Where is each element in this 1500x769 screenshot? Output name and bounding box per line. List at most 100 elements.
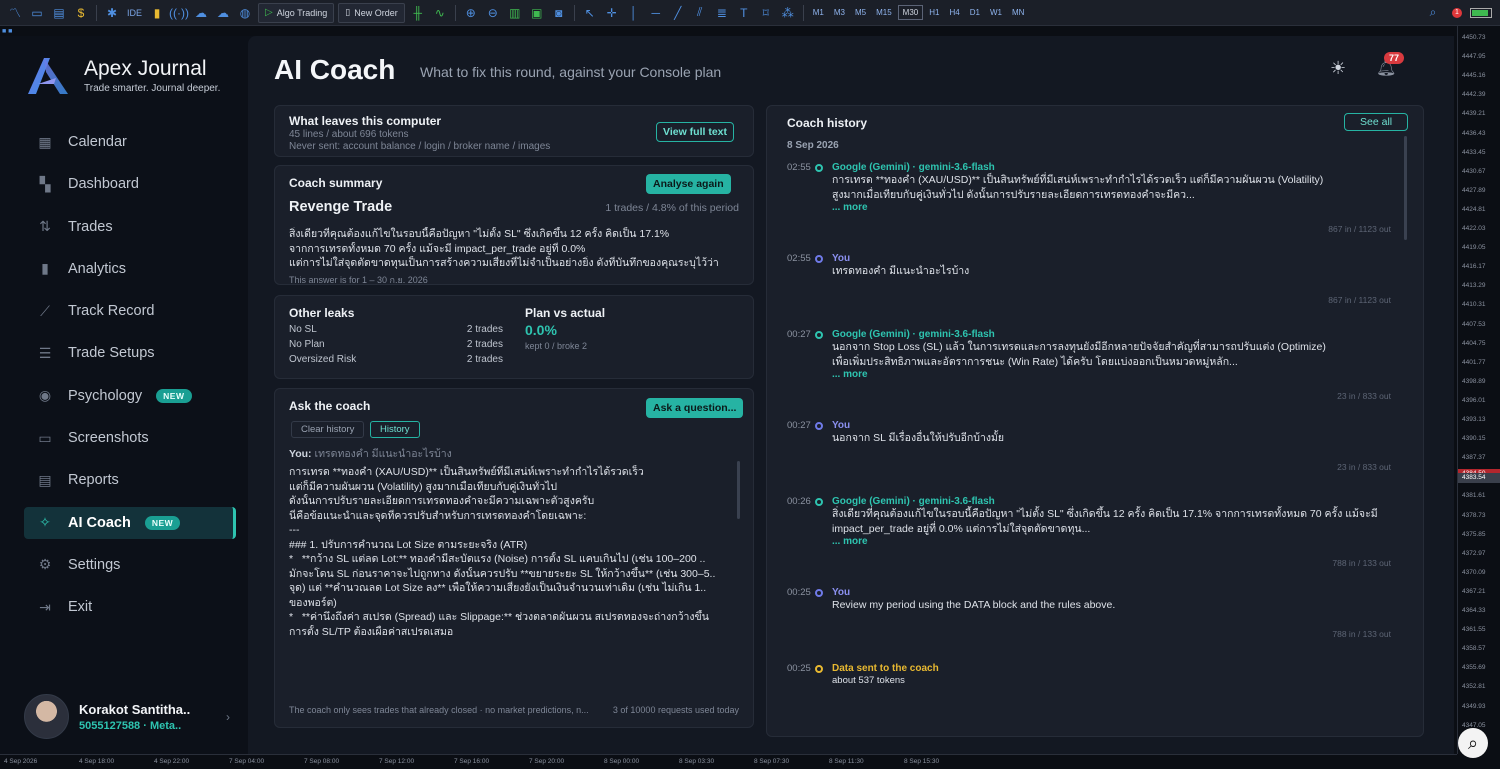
new-order-button[interactable]: ▯ New Order xyxy=(338,2,405,23)
channel-icon[interactable]: ⫽ xyxy=(690,3,710,23)
answer-line: --- xyxy=(289,524,300,536)
plan-vs-actual-note: kept 0 / broke 2 xyxy=(525,341,588,351)
sidebar-item-settings[interactable]: ⚙ Settings xyxy=(24,549,236,581)
bar-chart-icon[interactable]: ╫ xyxy=(408,3,428,23)
horizontal-line-icon[interactable]: ─ xyxy=(646,3,666,23)
leak-value: 2 trades xyxy=(466,324,503,335)
autoscroll-icon[interactable]: ▣ xyxy=(527,3,547,23)
timeframe-m3[interactable]: M3 xyxy=(830,6,849,19)
data-disclosure-card: What leaves this computer 45 lines / abo… xyxy=(274,105,754,157)
notification-badge[interactable]: 1 xyxy=(1452,7,1462,18)
time-tick: 8 Sep 15:30 xyxy=(904,758,940,765)
answer-scrollbar[interactable] xyxy=(737,461,740,519)
sidebar-item-screenshots[interactable]: ▭ Screenshots xyxy=(24,422,236,454)
timeframe-m5[interactable]: M5 xyxy=(851,6,870,19)
analyse-again-button[interactable]: Analyse again xyxy=(646,174,731,194)
profiles-icon[interactable]: ▤ xyxy=(49,3,69,23)
cloud-icon[interactable]: ☁ xyxy=(213,3,233,23)
plan-vs-actual-value: 0.0% xyxy=(525,322,557,338)
chevron-right-icon[interactable]: › xyxy=(226,710,230,724)
line-chart-icon[interactable]: ∿ xyxy=(430,3,450,23)
sidebar-item-exit[interactable]: ⇥ Exit xyxy=(24,591,236,623)
more-link[interactable]: ... more xyxy=(832,369,1392,380)
templates-icon[interactable]: ▭ xyxy=(27,3,47,23)
sidebar-item-calendar[interactable]: ▦ Calendar xyxy=(24,126,236,158)
user-dot-icon xyxy=(815,422,823,430)
time-tick: 7 Sep 04:00 xyxy=(229,758,265,765)
analytics-icon: ▮ xyxy=(41,260,49,277)
market-icon[interactable]: $ xyxy=(71,3,91,23)
history-scrollbar[interactable] xyxy=(1404,136,1407,240)
theme-toggle-sun-icon[interactable]: ☀ xyxy=(1330,58,1346,79)
entry-meta: 23 in / 833 out xyxy=(1337,462,1391,472)
signal-icon[interactable]: ((·)) xyxy=(169,3,189,23)
text-tool-icon[interactable]: T xyxy=(734,3,754,23)
shopping-bag-icon[interactable]: ▮ xyxy=(147,3,167,23)
sidebar-item-psychology[interactable]: ◉ Psychology NEW xyxy=(24,380,236,412)
fibonacci-icon[interactable]: ≣ xyxy=(712,3,732,23)
timeframe-w1[interactable]: W1 xyxy=(986,6,1006,19)
sidebar-item-dashboard[interactable]: ▚ Dashboard xyxy=(24,168,236,200)
screenshot-tool-icon[interactable]: ◙ xyxy=(549,3,569,23)
coach-answer: การเทรด **ทองคำ (XAU/USD)** เป็นสินทรัพย… xyxy=(289,465,737,695)
entry-line: Review my period using the DATA block an… xyxy=(832,599,1116,611)
calendar-icon: ▦ xyxy=(38,133,52,150)
timeframe-m1[interactable]: M1 xyxy=(809,6,828,19)
entry-meta: 788 in / 133 out xyxy=(1332,629,1391,639)
zoom-in-icon[interactable]: ⊕ xyxy=(461,3,481,23)
trades-icon: ⇅ xyxy=(39,218,51,235)
timeframe-h4[interactable]: H4 xyxy=(945,6,963,19)
label-tool-icon[interactable]: ⌑ xyxy=(756,3,776,23)
price-tick: 4401.77 xyxy=(1462,358,1486,366)
search-icon[interactable]: ⌕ xyxy=(1423,3,1443,23)
sidebar-item-trade-setups[interactable]: ☰ Trade Setups xyxy=(24,337,236,369)
sidebar-item-trades[interactable]: ⇅ Trades xyxy=(24,211,236,243)
request-usage: 3 of 10000 requests used today xyxy=(612,705,739,715)
strategy-tester-icon[interactable]: ✱ xyxy=(102,3,122,23)
view-full-text-button[interactable]: View full text xyxy=(656,122,734,142)
entry-body: Google (Gemini) · gemini-3.6-flash นอกจา… xyxy=(832,329,1392,380)
timeframe-m30[interactable]: M30 xyxy=(897,5,924,20)
ai-coach-icon: ✧ xyxy=(39,514,51,531)
timeframe-mn[interactable]: MN xyxy=(1008,6,1028,19)
timeframe-h1[interactable]: H1 xyxy=(925,6,943,19)
price-tick: 4407.53 xyxy=(1462,320,1486,328)
cursor-icon[interactable]: ↖ xyxy=(580,3,600,23)
more-link[interactable]: ... more xyxy=(832,202,1392,213)
sidebar-item-analytics[interactable]: ▮ Analytics xyxy=(24,253,236,285)
price-tick: 4413.29 xyxy=(1462,282,1486,290)
disclosure-title: What leaves this computer xyxy=(289,114,442,128)
entry-meta: 23 in / 833 out xyxy=(1337,391,1391,401)
see-all-button[interactable]: See all xyxy=(1344,113,1409,131)
user-profile[interactable]: Korakot Santitha.. 5055127588 · Meta.. › xyxy=(24,694,230,739)
crosshair-icon[interactable]: ✛ xyxy=(602,3,622,23)
price-tick: 4404.75 xyxy=(1462,339,1486,347)
user-question: You: เทรดทองคำ มีแนะนำอะไรบ้าง xyxy=(289,445,452,462)
price-tick: 4422.03 xyxy=(1462,225,1486,232)
platform-toolbar: 〽 ▭ ▤ $ ✱ IDE ▮ ((·)) ☁ ☁ ◍ ▷ Algo Tradin… xyxy=(0,0,1500,26)
sidebar-item-track-record[interactable]: ⟋ Track Record xyxy=(24,295,236,327)
ask-question-button[interactable]: Ask a question... xyxy=(646,398,744,418)
globe-icon[interactable]: ◍ xyxy=(235,3,255,23)
more-link[interactable]: ... more xyxy=(832,536,1392,547)
trendline-icon[interactable]: ╱ xyxy=(668,3,688,23)
apex-logo-icon xyxy=(28,58,68,94)
chart-type-icon[interactable]: 〽 xyxy=(5,3,25,23)
history-button[interactable]: History xyxy=(370,421,420,438)
timeframe-d1[interactable]: D1 xyxy=(966,6,984,19)
sidebar-item-ai-coach[interactable]: ✧ AI Coach NEW xyxy=(24,506,236,539)
clear-history-button[interactable]: Clear history xyxy=(291,421,365,438)
zoom-out-icon[interactable]: ⊖ xyxy=(483,3,503,23)
price-tick: 4367.21 xyxy=(1462,587,1486,595)
sidebar-item-reports[interactable]: ▤ Reports xyxy=(24,464,236,496)
vertical-line-icon[interactable]: │ xyxy=(624,3,644,23)
timeframe-m15[interactable]: M15 xyxy=(872,6,896,19)
magnifier-zoom-icon[interactable]: ⌕ xyxy=(1458,728,1488,758)
new-order-label: New Order xyxy=(354,7,398,18)
algo-trading-button[interactable]: ▷ Algo Trading xyxy=(258,2,335,23)
shapes-icon[interactable]: ⁂ xyxy=(778,3,798,23)
vps-icon[interactable]: ☁ xyxy=(191,3,211,23)
entry-line: นอกจาก Stop Loss (SL) แล้ว ในการเทรดและก… xyxy=(832,341,1326,353)
tile-icon[interactable]: ▥ xyxy=(505,3,525,23)
ide-button[interactable]: IDE xyxy=(127,8,142,18)
